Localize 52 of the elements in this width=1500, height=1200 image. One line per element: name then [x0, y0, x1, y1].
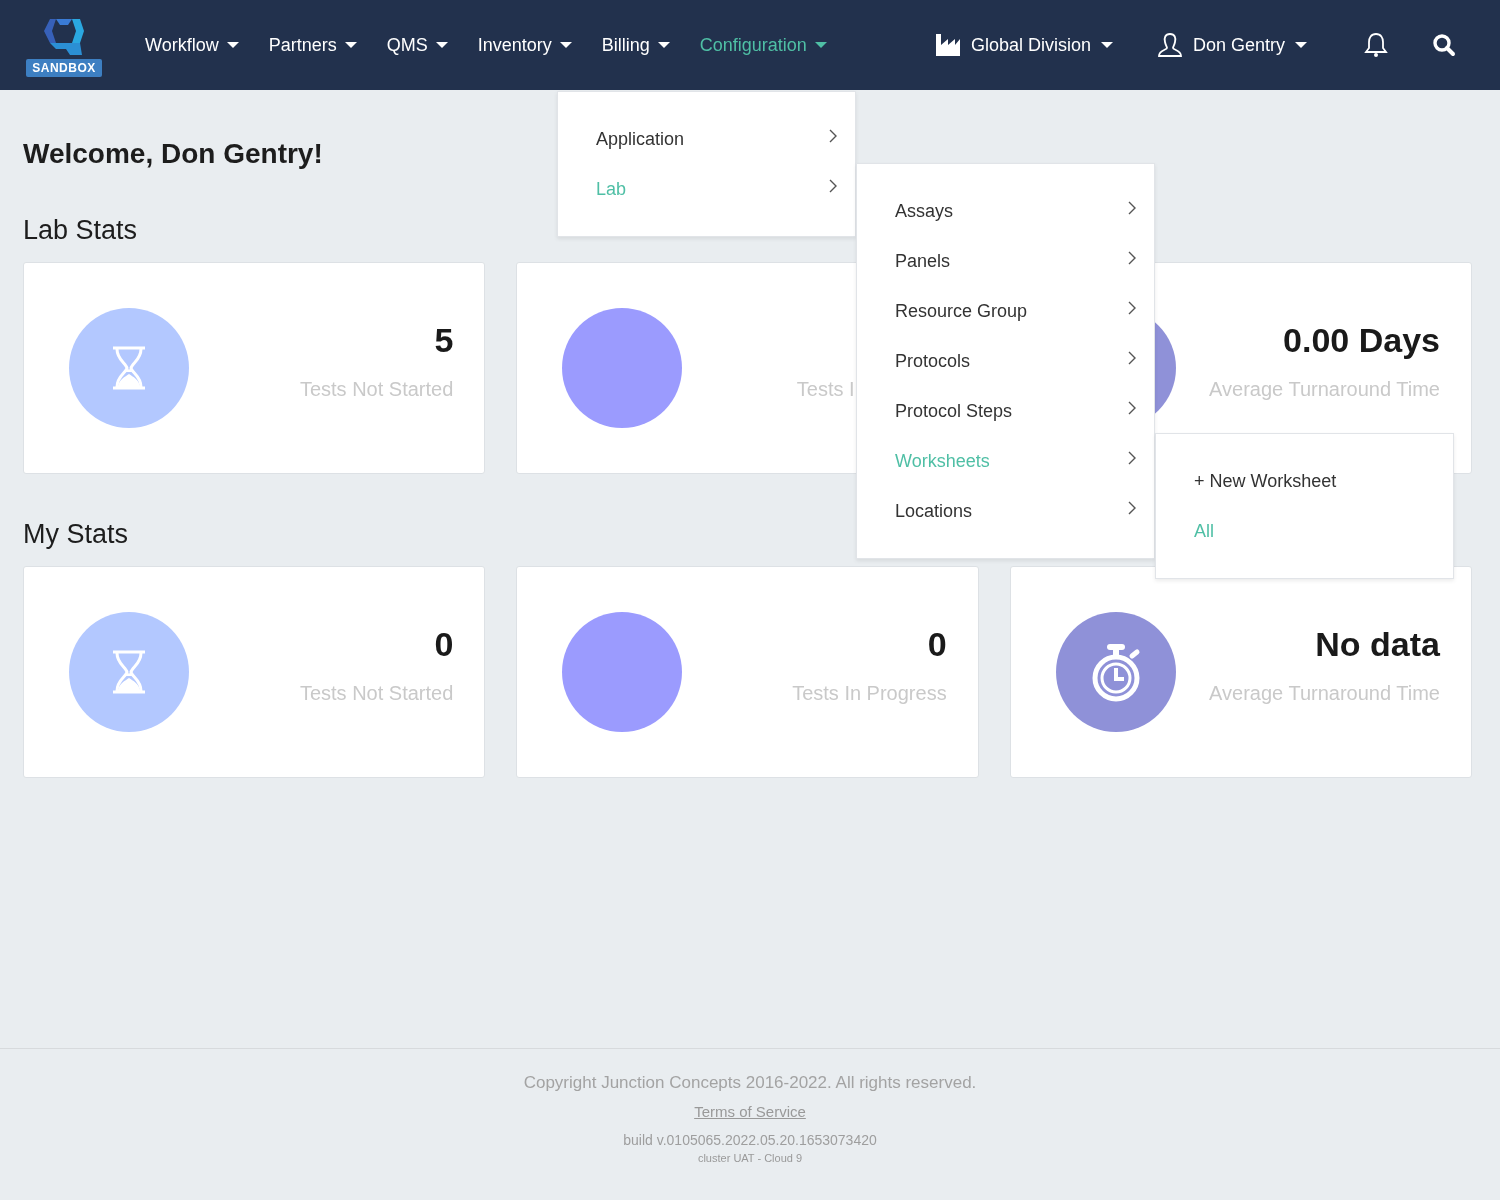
stat-value: 0.00 Days	[1283, 320, 1440, 360]
nav-menu-item[interactable]: Billing	[586, 34, 685, 56]
caret-icon	[226, 42, 239, 48]
chevron-right-icon	[1128, 351, 1136, 365]
sandbox-badge: SANDBOX	[26, 59, 102, 77]
stat-value: 0	[927, 624, 947, 664]
chevron-right-icon	[1128, 501, 1136, 515]
section-heading: My Stats	[23, 518, 129, 551]
menu-item[interactable]: + New Worksheet	[1156, 456, 1453, 506]
chevron-right-icon	[1128, 201, 1136, 215]
caret-icon	[435, 42, 448, 48]
menu-item[interactable]: Assays	[857, 186, 1154, 236]
search-icon[interactable]	[1432, 33, 1456, 57]
notifications-bell-icon[interactable]	[1364, 32, 1388, 58]
stat-value: 5	[434, 320, 454, 360]
menu-item[interactable]: Application	[558, 114, 855, 164]
hourglass-icon	[110, 346, 148, 390]
chevron-right-icon	[829, 179, 837, 193]
chevron-right-icon	[1128, 401, 1136, 415]
caret-icon	[1295, 42, 1307, 48]
chevron-right-icon	[1128, 451, 1136, 465]
chevron-right-icon	[829, 129, 837, 143]
logo-icon[interactable]	[42, 17, 86, 57]
caret-icon	[657, 42, 670, 48]
nav-menu-item[interactable]: Workflow	[130, 34, 254, 56]
division-menu[interactable]: Global Division	[919, 33, 1128, 57]
caret-icon	[559, 42, 572, 48]
build-text: build v.0105065.2022.05.20.1653073420	[623, 1132, 877, 1148]
menu-item[interactable]: Protocols	[857, 336, 1154, 386]
menu-item[interactable]: Panels	[857, 236, 1154, 286]
hourglass-icon	[110, 650, 148, 694]
nav-menu-item[interactable]: Partners	[253, 34, 372, 56]
user-menu[interactable]: Don Gentry	[1141, 32, 1322, 58]
factory-icon	[934, 33, 961, 57]
nav-menu-item[interactable]: Configuration	[684, 34, 842, 56]
menu-item[interactable]: Protocol Steps	[857, 386, 1154, 436]
menu-item[interactable]: Resource Group	[857, 286, 1154, 336]
stat-value: 0	[434, 624, 454, 664]
menu-item[interactable]: Locations	[857, 486, 1154, 536]
chevron-right-icon	[1128, 301, 1136, 315]
welcome-heading: Welcome, Don Gentry!	[23, 137, 323, 171]
nav-menu-item[interactable]: Inventory	[462, 34, 587, 56]
user-icon	[1156, 32, 1183, 58]
caret-icon	[814, 42, 827, 48]
copyright-text: Copyright Junction Concepts 2016-2022. All rights reserved.	[523, 1073, 977, 1093]
chevron-right-icon	[1128, 251, 1136, 265]
nav-menu-item[interactable]: QMS	[371, 34, 463, 56]
caret-icon	[1100, 42, 1113, 48]
caret-icon	[344, 42, 357, 48]
cluster-text: cluster UAT - Cloud 9	[697, 1152, 803, 1164]
stat-value: No data	[1315, 624, 1440, 664]
section-heading: Lab Stats	[23, 214, 138, 247]
